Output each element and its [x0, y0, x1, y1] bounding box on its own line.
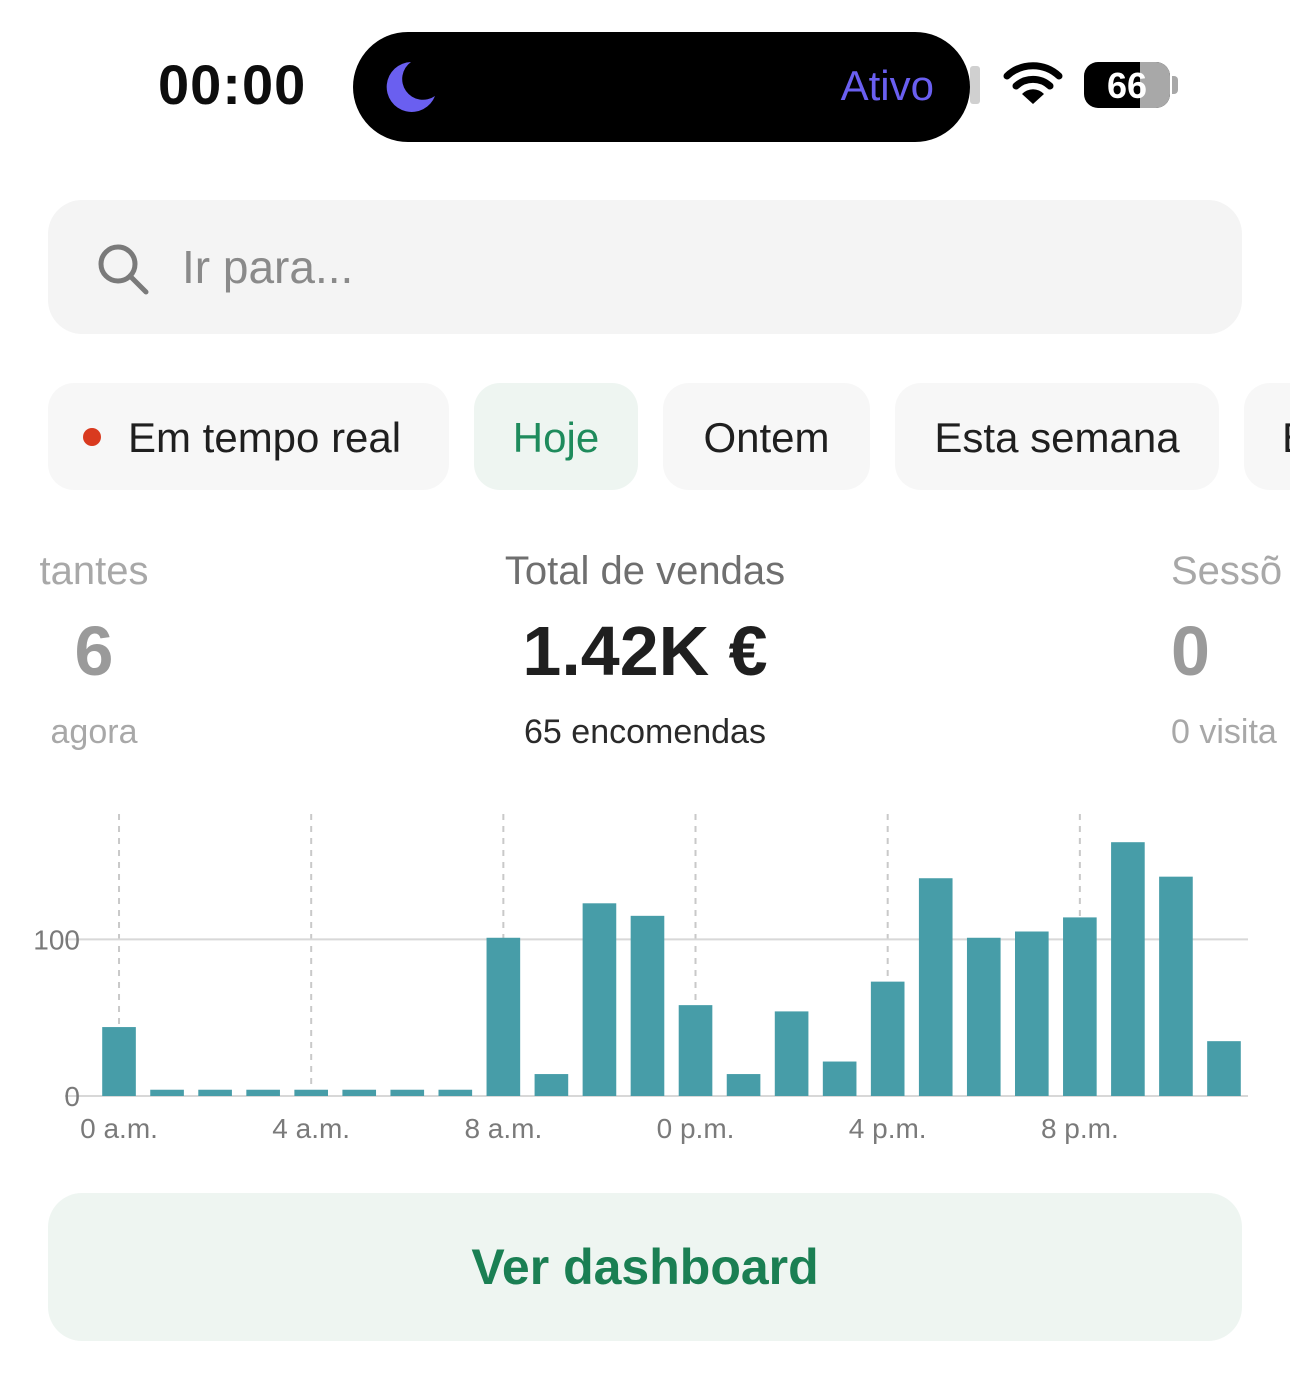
- metric-label: Total de vendas: [504, 549, 786, 593]
- chart-bar: [1111, 842, 1145, 1096]
- metric-label: tantes: [39, 549, 149, 593]
- search-icon: [98, 244, 149, 295]
- chart-bar: [774, 1011, 809, 1096]
- x-tick-label: 8 a.m.: [464, 1113, 542, 1144]
- filter-chip-this-week-label: Esta semana: [934, 414, 1180, 461]
- metric-value: 6: [74, 612, 114, 690]
- filter-chip-next-label: E: [1282, 414, 1290, 461]
- chart-bar: [678, 1005, 713, 1096]
- chart-bar: [246, 1089, 280, 1096]
- wifi-icon: [1003, 62, 1063, 104]
- live-indicator-dot: [83, 428, 101, 446]
- chart-bar: [1207, 1041, 1241, 1096]
- x-tick-label: 4 p.m.: [849, 1113, 927, 1144]
- dynamic-island[interactable]: Ativo: [353, 32, 970, 142]
- focus-status-label: Ativo: [840, 62, 934, 109]
- metric-subtext: agora: [50, 713, 138, 751]
- metric-card-sessions[interactable]: Sessõ 0 0 visita: [1171, 545, 1290, 753]
- chart-bar: [966, 937, 1001, 1096]
- x-tick-label: 8 p.m.: [1041, 1113, 1119, 1144]
- chart-bar: [918, 878, 953, 1096]
- chart-bar: [1159, 876, 1193, 1096]
- chart-bar: [390, 1089, 425, 1096]
- filter-chip-yesterday-label: Ontem: [703, 414, 830, 461]
- chart-bar: [198, 1089, 232, 1096]
- search-input[interactable]: [182, 230, 1182, 304]
- chart-bar: [582, 903, 617, 1096]
- chart-bar: [342, 1089, 377, 1096]
- chart-bar: [1063, 917, 1097, 1096]
- y-tick-label: 100: [33, 924, 80, 955]
- chart-bar: [438, 1089, 473, 1096]
- chart-bar: [150, 1089, 184, 1096]
- metric-label: Sessõ: [1171, 549, 1283, 593]
- metric-subtext: 0 visita: [1171, 713, 1277, 751]
- metric-value: 1.42K €: [522, 612, 768, 690]
- filter-chip-live-label: Em tempo real: [128, 414, 402, 461]
- y-tick-label: 0: [64, 1081, 80, 1112]
- filter-chip-this-week[interactable]: Esta semana: [895, 383, 1219, 490]
- filter-chip-today[interactable]: Hoje: [474, 383, 638, 490]
- chart-bar: [534, 1074, 569, 1096]
- chart-bar: [102, 1027, 136, 1096]
- status-time: 00:00: [158, 53, 307, 116]
- metric-subtext: 65 encomendas: [524, 713, 766, 751]
- view-dashboard-button[interactable]: Ver dashboard: [48, 1193, 1242, 1341]
- search-bar[interactable]: [48, 200, 1242, 334]
- chart-bar: [630, 915, 665, 1096]
- camera-indicator: [970, 66, 980, 104]
- battery-cap: [1172, 76, 1178, 94]
- x-tick-label: 4 a.m.: [272, 1113, 350, 1144]
- moon-icon: [386, 62, 435, 112]
- metric-card-visitors[interactable]: tantes 6 agora: [0, 545, 304, 753]
- filter-chip-yesterday[interactable]: Ontem: [663, 383, 870, 490]
- battery-icon: 66: [1084, 62, 1170, 108]
- metric-card-total-sales[interactable]: Total de vendas 1.42K € 65 encomendas: [435, 545, 855, 753]
- x-tick-label: 0 a.m.: [80, 1113, 158, 1144]
- chart-bar: [1014, 931, 1049, 1096]
- filter-chip-today-label: Hoje: [512, 414, 600, 461]
- x-tick-label: 0 p.m.: [657, 1113, 735, 1144]
- filter-chip-live[interactable]: Em tempo real: [48, 383, 449, 490]
- chart-bar: [726, 1074, 761, 1096]
- chart-bar: [870, 981, 905, 1096]
- battery-level: 66: [1106, 65, 1148, 106]
- filter-chip-next[interactable]: E: [1244, 383, 1290, 490]
- chart-bar: [486, 937, 521, 1096]
- chart-bar: [822, 1061, 857, 1096]
- chart-bar: [294, 1089, 329, 1096]
- metric-value: 0: [1171, 612, 1210, 690]
- sales-bar-chart: 0 100 0 a.m. 4 a.m. 8 a.m. 0 p.m. 4 p.m. 8 p.m.: [33, 814, 1248, 1144]
